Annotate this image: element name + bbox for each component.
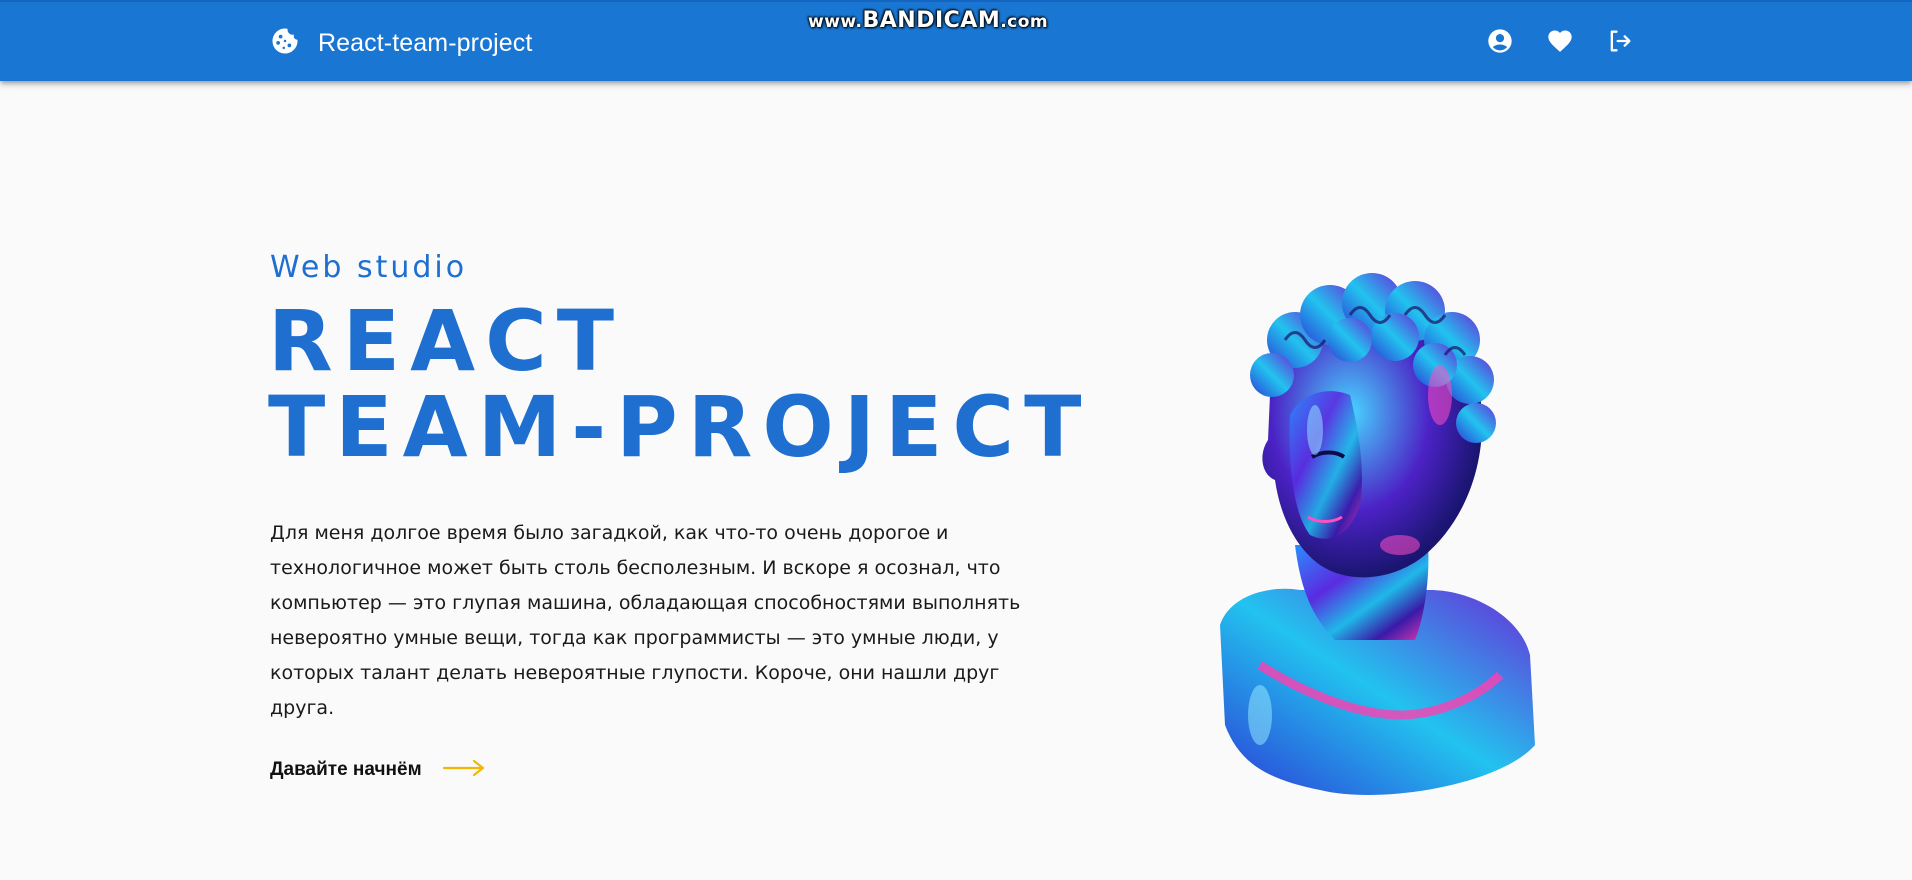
hero-headline-line2: TEAM-PROJECT	[268, 378, 1092, 476]
hero-eyebrow: Web studio	[270, 250, 468, 285]
account-button[interactable]	[1482, 25, 1518, 61]
logout-icon	[1606, 27, 1634, 59]
holographic-bust-image	[1200, 245, 1550, 800]
cookie-icon	[270, 26, 300, 60]
logout-button[interactable]	[1602, 25, 1638, 61]
hero-headline: REACT TEAM-PROJECT	[268, 298, 1091, 470]
heart-icon	[1546, 27, 1574, 59]
favorites-button[interactable]	[1542, 25, 1578, 61]
app-bar: React-team-project www.BANDICAM.com	[0, 0, 1912, 81]
account-circle-icon	[1486, 27, 1514, 59]
arrow-right-icon	[442, 758, 486, 782]
get-started-link[interactable]: Давайте начнём	[270, 758, 486, 782]
bandicam-watermark: www.BANDICAM.com	[808, 8, 1049, 33]
hero-headline-line1: REACT	[268, 292, 625, 390]
hero-description: Для меня долгое время было загадкой, как…	[270, 522, 1021, 719]
get-started-label: Давайте начнём	[270, 759, 422, 780]
app-title: React-team-project	[318, 28, 533, 57]
brand[interactable]: React-team-project	[270, 27, 532, 59]
